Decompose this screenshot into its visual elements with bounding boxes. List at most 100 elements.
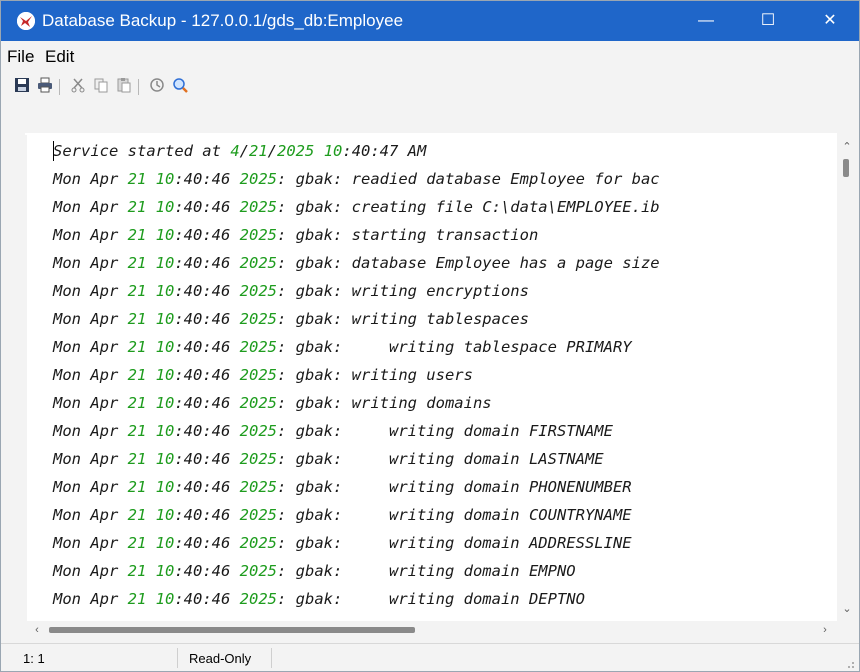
window-title: Database Backup - 127.0.0.1/gds_db:Emplo…	[42, 11, 404, 30]
toolbar	[1, 71, 859, 101]
log-number: 2025	[239, 478, 277, 496]
log-text: : gbak:	[277, 562, 352, 580]
log-number: 4	[230, 142, 240, 160]
log-number: 21	[127, 590, 147, 608]
log-number: 21	[127, 450, 147, 468]
history-icon[interactable]	[148, 77, 166, 95]
log-number: 2025	[239, 226, 277, 244]
log-text: writing tablespaces	[351, 310, 529, 328]
log-text: writing domain PHONENUMBER	[351, 478, 632, 496]
print-icon[interactable]	[36, 77, 54, 95]
log-line: Service started at 4/21/2025 10:40:47 AM	[53, 137, 426, 165]
log-number: 2025	[239, 198, 277, 216]
log-text: Mon Apr	[53, 282, 128, 300]
vertical-scroll-thumb[interactable]	[843, 159, 849, 177]
log-number: 10	[155, 310, 175, 328]
vertical-scrollbar[interactable]: ⌃ ⌄	[837, 135, 857, 621]
log-number: 10	[155, 450, 175, 468]
menu-edit[interactable]: Edit	[45, 47, 74, 67]
log-line: Mon Apr 21 10:40:46 2025: gbak: writing …	[53, 277, 529, 305]
log-number: 2025	[239, 310, 277, 328]
scroll-down-icon[interactable]: ⌄	[837, 601, 857, 617]
log-text: :40:46	[174, 198, 240, 216]
log-line: Mon Apr 21 10:40:46 2025: gbak: writing …	[53, 417, 613, 445]
log-text: :40:46	[174, 226, 240, 244]
close-button[interactable]: ✕	[807, 1, 853, 41]
resize-grip-icon[interactable]	[845, 659, 855, 669]
log-number: 10	[155, 254, 175, 272]
log-number: 2025	[239, 506, 277, 524]
log-line: Mon Apr 21 10:40:46 2025: gbak: readied …	[53, 165, 660, 193]
copy-icon[interactable]	[92, 77, 110, 95]
log-number: 2025	[239, 422, 277, 440]
log-text: :40:46	[174, 338, 240, 356]
log-number: 21	[127, 254, 147, 272]
log-text: : gbak:	[277, 254, 352, 272]
menu-bar: File Edit	[1, 41, 859, 71]
scroll-up-icon[interactable]: ⌃	[837, 139, 857, 155]
log-number: 21	[249, 142, 268, 160]
log-text: : gbak:	[277, 338, 352, 356]
log-text: readied database Employee for bac	[351, 170, 660, 188]
log-text: :40:46	[174, 478, 240, 496]
status-bar: 1: 1 Read-Only	[1, 643, 859, 671]
cut-icon[interactable]	[69, 77, 87, 95]
scroll-left-icon[interactable]: ‹	[29, 621, 45, 639]
log-line: Mon Apr 21 10:40:46 2025: gbak: writing …	[53, 529, 632, 557]
log-text: writing users	[351, 366, 473, 384]
save-icon[interactable]	[13, 77, 31, 95]
log-text: :40:46	[174, 590, 240, 608]
horizontal-scroll-thumb[interactable]	[49, 627, 415, 633]
log-text: starting transaction	[351, 226, 539, 244]
find-icon[interactable]	[171, 77, 189, 95]
log-number: 21	[127, 366, 147, 384]
log-text: Mon Apr	[53, 534, 128, 552]
log-text: Mon Apr	[53, 590, 128, 608]
status-separator	[271, 648, 272, 668]
database-backup-window: Database Backup - 127.0.0.1/gds_db:Emplo…	[0, 0, 860, 672]
log-number: 21	[127, 478, 147, 496]
paste-icon[interactable]	[115, 77, 133, 95]
log-text: : gbak:	[277, 310, 352, 328]
log-number: 10	[155, 422, 175, 440]
menu-file[interactable]: File	[7, 47, 34, 67]
log-text: writing domain LASTNAME	[351, 450, 604, 468]
log-text: writing domains	[351, 394, 492, 412]
log-text: writing domain ADDRESSLINE	[351, 534, 632, 552]
status-separator	[177, 648, 178, 668]
log-text: : gbak:	[277, 394, 352, 412]
log-line: Mon Apr 21 10:40:46 2025: gbak: starting…	[53, 221, 538, 249]
log-number: 21	[127, 338, 147, 356]
log-number: 21	[127, 170, 147, 188]
log-text: writing domain DEPTNO	[351, 590, 585, 608]
log-number: 21	[127, 226, 147, 244]
log-number: 21	[127, 562, 147, 580]
horizontal-scrollbar[interactable]: ‹ ›	[27, 621, 837, 639]
log-text: : gbak:	[277, 226, 352, 244]
title-bar[interactable]: Database Backup - 127.0.0.1/gds_db:Emplo…	[1, 1, 859, 41]
log-text: writing domain COUNTRYNAME	[351, 506, 632, 524]
cursor-position: 1: 1	[23, 651, 45, 666]
log-number: 2025	[239, 562, 277, 580]
minimize-button[interactable]: —	[683, 1, 729, 41]
log-line: Mon Apr 21 10:40:46 2025: gbak: writing …	[53, 445, 604, 473]
app-logo-icon	[17, 12, 35, 30]
log-text: Service started at	[53, 142, 231, 160]
log-number: 2025	[239, 590, 277, 608]
log-text: : gbak:	[277, 478, 352, 496]
log-number: 10	[155, 562, 175, 580]
log-text: database Employee has a page size	[351, 254, 660, 272]
scroll-right-icon[interactable]: ›	[817, 621, 833, 639]
log-text: :40:46	[174, 394, 240, 412]
log-number: 10	[155, 170, 175, 188]
maximize-button[interactable]: ☐	[745, 1, 791, 41]
log-editor[interactable]: Service started at 4/21/2025 10:40:47 AM…	[27, 135, 837, 621]
log-line: Mon Apr 21 10:40:46 2025: gbak: database…	[53, 249, 660, 277]
log-text: : gbak:	[277, 366, 352, 384]
